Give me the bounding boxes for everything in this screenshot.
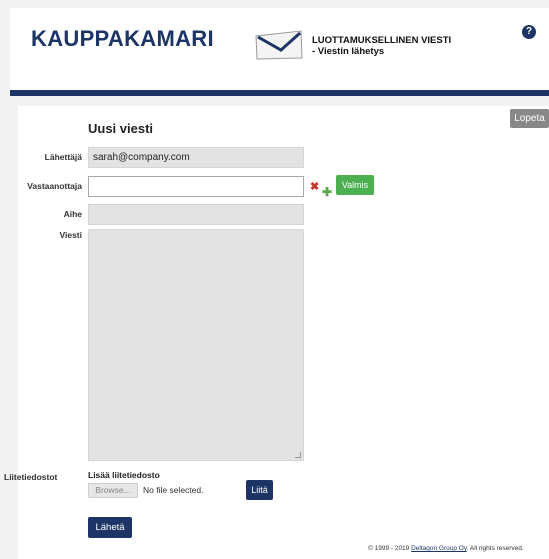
footer-company-link[interactable]: Deltagon Group Oy	[411, 545, 467, 552]
message-label: Viesti	[59, 230, 82, 240]
sender-label: Lähettäjä	[44, 152, 82, 162]
brand-logo: KAUPPAKAMARI	[31, 26, 214, 51]
resize-handle-icon[interactable]	[295, 452, 301, 458]
header-divider-bar	[10, 90, 549, 96]
subject-input[interactable]	[88, 204, 304, 225]
send-button[interactable]: Lähetä	[88, 517, 132, 538]
footer-copyright: © 1999 - 2019 Deltagon Group Oy. All rig…	[368, 545, 524, 552]
help-icon[interactable]: ?	[522, 25, 536, 39]
done-button[interactable]: Valmis	[336, 175, 374, 195]
footer-suffix: . All rights reserved.	[466, 545, 524, 552]
sender-field: sarah@company.com	[88, 147, 304, 168]
no-file-text: No file selected.	[143, 485, 204, 495]
add-recipient-icon[interactable]: ✚	[322, 185, 332, 199]
envelope-icon	[255, 30, 303, 60]
subject-label: Aihe	[63, 209, 82, 219]
close-button[interactable]: Lopeta	[510, 109, 549, 128]
browse-button[interactable]: Browse...	[88, 483, 138, 498]
remove-recipient-icon[interactable]: ✖	[310, 180, 319, 193]
recipient-label: Vastaanottaja	[27, 181, 82, 191]
header-title-line2: - Viestin lähetys	[312, 46, 385, 57]
header-title-line1: LUOTTAMUKSELLINEN VIESTI	[312, 35, 452, 46]
recipient-input[interactable]	[88, 176, 304, 197]
add-attachment-title: Lisää liitetiedosto	[88, 470, 160, 480]
message-textarea[interactable]	[88, 229, 304, 461]
footer-prefix: © 1999 - 2019	[368, 545, 412, 552]
attachments-label: Liitetiedostot	[4, 472, 58, 482]
app-header: KAUPPAKAMARI LUOTTAMUKSELLINEN VIESTI - …	[10, 8, 549, 90]
attach-button[interactable]: Liitä	[246, 480, 273, 500]
header-title: LUOTTAMUKSELLINEN VIESTI - Viestin lähet…	[312, 35, 451, 57]
page-title: Uusi viesti	[88, 121, 154, 136]
